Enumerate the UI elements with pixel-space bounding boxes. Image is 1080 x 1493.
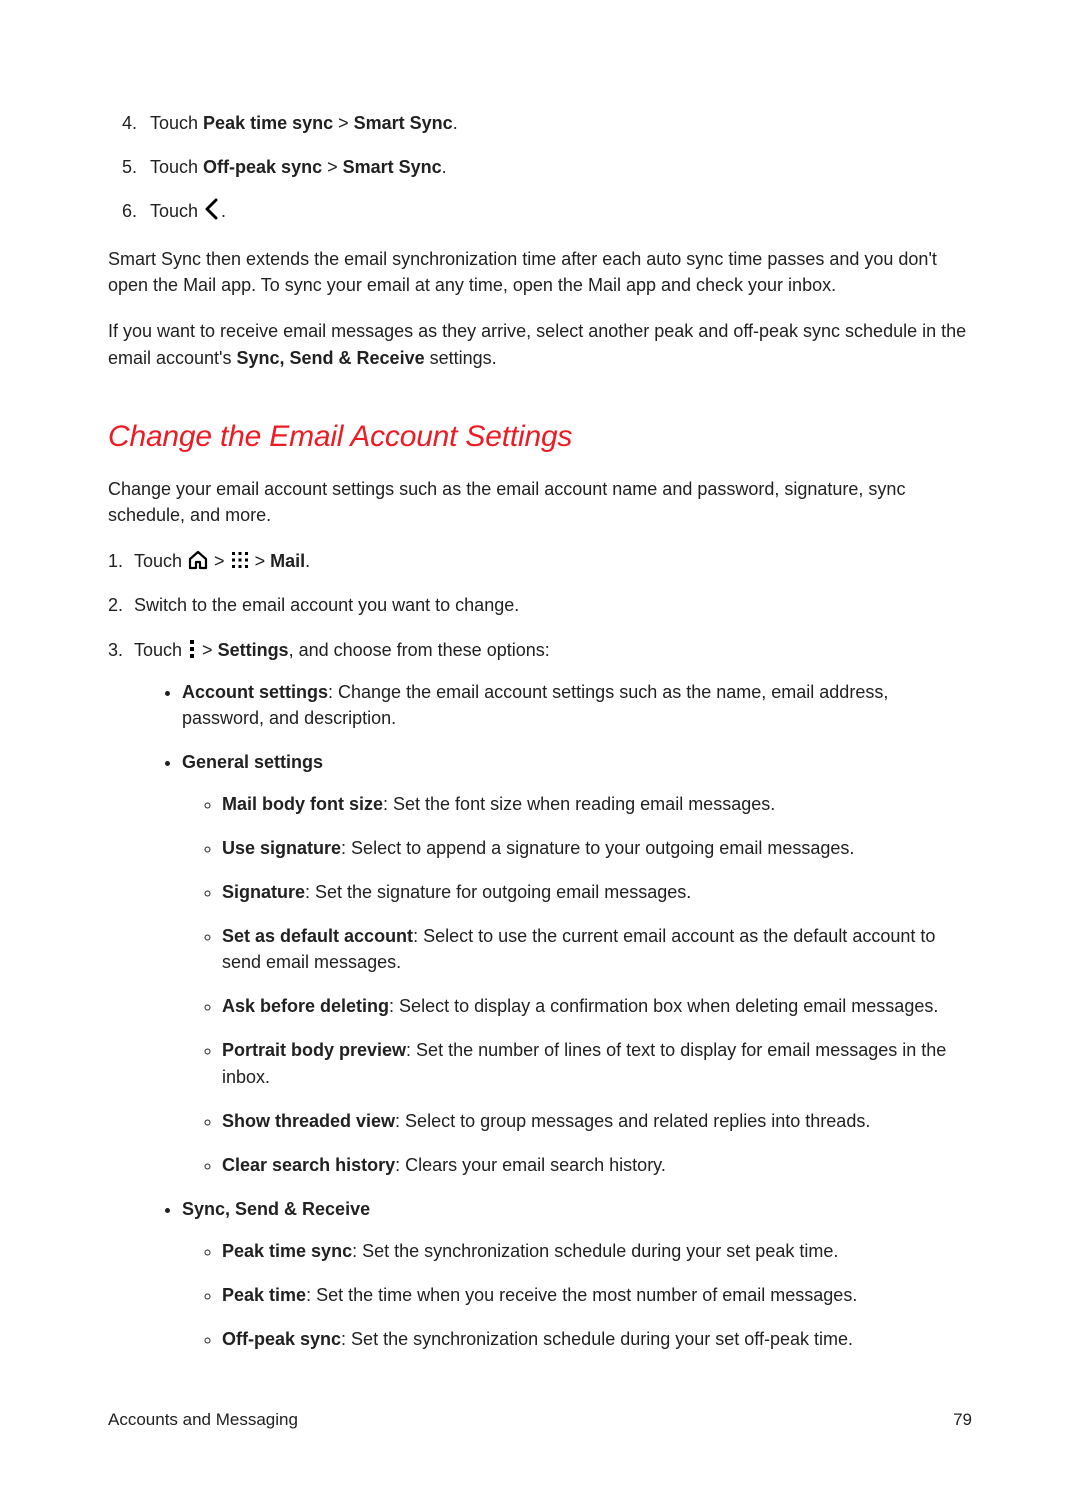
paragraph-sync-schedule: If you want to receive email messages as… (108, 318, 972, 370)
step-4: Touch Peak time sync > Smart Sync. (150, 110, 972, 136)
continued-ordered-list: Touch Peak time sync > Smart Sync. Touch… (108, 110, 972, 224)
list-item: Ask before deleting: Select to display a… (222, 993, 972, 1019)
step-2: Switch to the email account you want to … (134, 592, 972, 618)
step-6: Touch . (150, 198, 972, 224)
list-item: Clear search history: Clears your email … (222, 1152, 972, 1178)
general-settings-sublist: Mail body font size: Set the font size w… (182, 791, 972, 1178)
step-1: Touch > > Mail. (134, 548, 972, 574)
list-item: Peak time sync: Set the synchronization … (222, 1238, 972, 1264)
list-item: Show threaded view: Select to group mess… (222, 1108, 972, 1134)
apps-grid-icon (230, 550, 250, 570)
paragraph-change-intro: Change your email account settings such … (108, 476, 972, 528)
list-item: Peak time: Set the time when you receive… (222, 1282, 972, 1308)
list-item: Mail body font size: Set the font size w… (222, 791, 972, 817)
option-sync-send-receive: Sync, Send & Receive Peak time sync: Set… (182, 1196, 972, 1352)
step-3: Touch > Settings, and choose from these … (134, 637, 972, 1353)
paragraph-smart-sync: Smart Sync then extends the email synchr… (108, 246, 972, 298)
page-content: Touch Peak time sync > Smart Sync. Touch… (108, 110, 972, 1433)
list-item: Off-peak sync: Set the synchronization s… (222, 1326, 972, 1352)
page-footer: Accounts and Messaging 79 (108, 1408, 972, 1433)
footer-section-title: Accounts and Messaging (108, 1408, 298, 1433)
list-item: Set as default account: Select to use th… (222, 923, 972, 975)
list-item: Use signature: Select to append a signat… (222, 835, 972, 861)
list-item: Portrait body preview: Set the number of… (222, 1037, 972, 1089)
option-account-settings: Account settings: Change the email accou… (182, 679, 972, 731)
step-5: Touch Off-peak sync > Smart Sync. (150, 154, 972, 180)
sync-sublist: Peak time sync: Set the synchronization … (182, 1238, 972, 1352)
back-chevron-icon (203, 198, 221, 220)
list-item: Signature: Set the signature for outgoin… (222, 879, 972, 905)
options-list: Account settings: Change the email accou… (134, 679, 972, 1353)
home-icon (187, 550, 209, 570)
page-number: 79 (953, 1408, 972, 1433)
section-heading: Change the Email Account Settings (108, 415, 972, 459)
change-settings-steps: Touch > > Mail. Switch to the email acco… (108, 548, 972, 1352)
option-general-settings: General settings Mail body font size: Se… (182, 749, 972, 1178)
overflow-menu-icon (187, 639, 197, 659)
